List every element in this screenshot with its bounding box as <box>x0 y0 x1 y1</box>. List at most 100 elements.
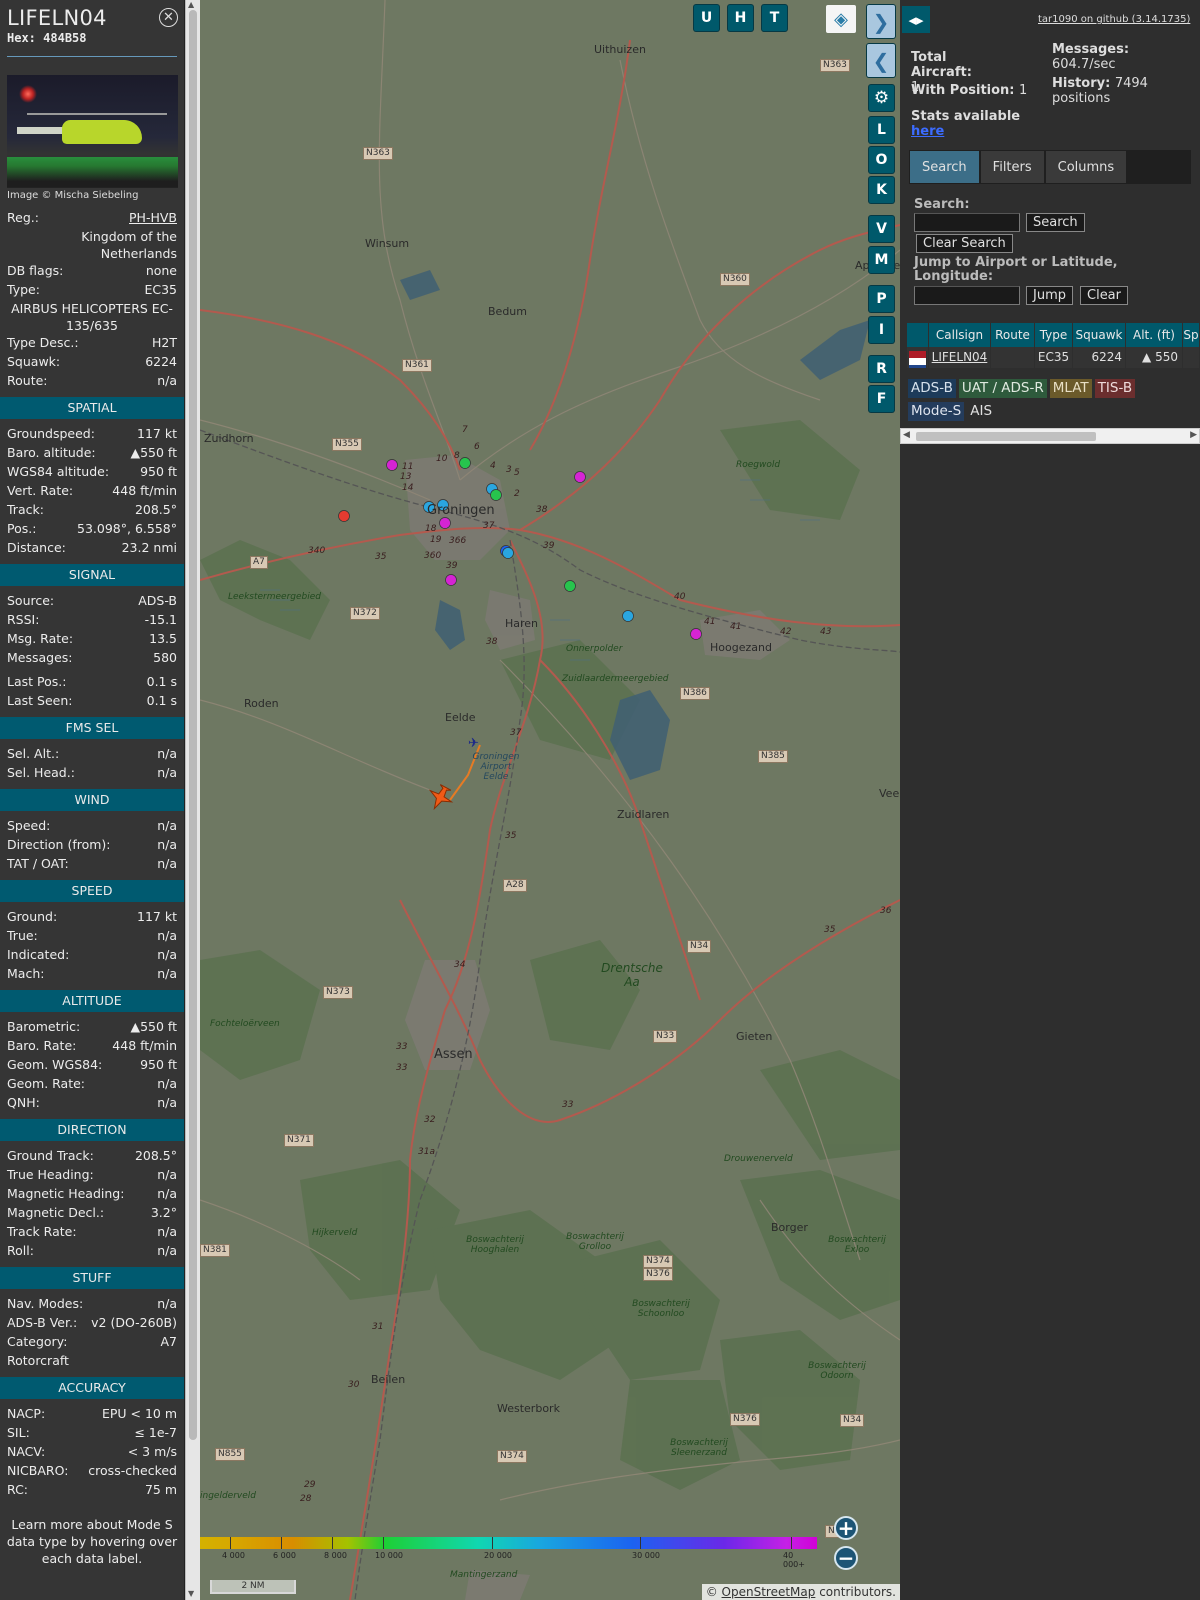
column-header-sp[interactable]: Sp <box>1183 323 1200 347</box>
info-label[interactable]: Last Seen: <box>7 692 72 709</box>
map-button-t[interactable]: T <box>762 5 787 31</box>
close-icon[interactable]: ✕ <box>159 8 178 27</box>
info-label[interactable]: Category: <box>7 1333 67 1350</box>
expand-collapse-icon[interactable]: ◂▸ <box>902 6 930 33</box>
map-button-i[interactable]: I <box>869 317 894 343</box>
info-label[interactable]: Groundspeed: <box>7 425 95 442</box>
info-label[interactable]: ADS-B Ver.: <box>7 1314 77 1331</box>
info-label[interactable]: Magnetic Heading: <box>7 1185 124 1202</box>
scroll-up-icon[interactable]: ▲ <box>188 0 194 9</box>
info-label[interactable]: Baro. Rate: <box>7 1037 76 1054</box>
github-link[interactable]: tar1090 on github (3.14.1735) <box>1038 14 1190 25</box>
info-label[interactable]: Mach: <box>7 965 44 982</box>
search-button[interactable]: Search <box>1026 213 1085 232</box>
info-label[interactable]: RC: <box>7 1481 28 1498</box>
info-label[interactable]: Indicated: <box>7 946 69 963</box>
info-label[interactable]: Speed: <box>7 817 50 834</box>
section-stuff[interactable]: STUFF <box>0 1267 184 1289</box>
info-label[interactable]: Direction (from): <box>7 836 111 853</box>
info-label[interactable]: RSSI: <box>7 611 39 628</box>
hscroll-thumb[interactable] <box>916 432 1096 441</box>
table-horizontal-scrollbar[interactable]: ◀ ▶ <box>900 428 1200 444</box>
info-label[interactable]: NICBARO: <box>7 1462 68 1479</box>
row-callsign[interactable]: LIFELN04 <box>932 350 988 364</box>
section-speed[interactable]: SPEED <box>0 880 184 902</box>
info-label[interactable]: Source: <box>7 592 54 609</box>
section-direction[interactable]: DIRECTION <box>0 1119 184 1141</box>
map-button-f[interactable]: F <box>869 386 894 412</box>
info-label[interactable]: Distance: <box>7 539 66 556</box>
registration-link[interactable]: PH-HVB <box>129 209 177 226</box>
info-label[interactable]: Track Rate: <box>7 1223 77 1240</box>
section-wind[interactable]: WIND <box>0 789 184 811</box>
search-input[interactable] <box>914 213 1020 232</box>
clear-search-button[interactable]: Clear Search <box>916 234 1013 253</box>
info-label[interactable]: NACP: <box>7 1405 45 1422</box>
info-label[interactable]: WGS84 altitude: <box>7 463 109 480</box>
map-button-m[interactable]: M <box>869 247 894 273</box>
map-button-p[interactable]: P <box>869 286 894 312</box>
info-panel-scrollbar[interactable]: ▲ ▼ <box>185 0 200 1600</box>
map[interactable]: ✈ Uithuizen Winsum Bedum Zuidhorn Gronin… <box>200 0 900 1600</box>
tab-filters[interactable]: Filters <box>980 151 1044 183</box>
column-header-callsign[interactable]: Callsign <box>929 323 991 347</box>
info-label[interactable]: Pos.: <box>7 520 36 537</box>
table-row[interactable]: LIFELN04 EC35 6224 ▲ 550 <box>907 347 1200 368</box>
zoom-out-button[interactable]: − <box>834 1546 858 1570</box>
section-spatial[interactable]: SPATIAL <box>0 397 184 419</box>
info-label[interactable]: Geom. WGS84: <box>7 1056 102 1073</box>
info-label[interactable]: True: <box>7 927 38 944</box>
zoom-in-button[interactable]: + <box>834 1516 858 1540</box>
info-label[interactable]: Rotorcraft <box>7 1352 69 1369</box>
map-button-h[interactable]: H <box>728 5 753 31</box>
info-label[interactable]: NACV: <box>7 1443 45 1460</box>
info-label[interactable]: Messages: <box>7 649 73 666</box>
column-header-flag[interactable] <box>907 323 929 347</box>
info-label[interactable]: Baro. altitude: <box>7 444 96 461</box>
column-header-route[interactable]: Route <box>991 323 1035 347</box>
info-label[interactable]: Geom. Rate: <box>7 1075 85 1092</box>
info-label[interactable]: Sel. Alt.: <box>7 745 59 762</box>
info-label[interactable]: QNH: <box>7 1094 40 1111</box>
info-label[interactable]: True Heading: <box>7 1166 94 1183</box>
map-button-v[interactable]: V <box>869 216 894 242</box>
info-label[interactable]: Magnetic Decl.: <box>7 1204 104 1221</box>
gear-icon[interactable]: ⚙ <box>869 85 894 111</box>
info-label[interactable]: TAT / OAT: <box>7 855 69 872</box>
aircraft-photo[interactable] <box>7 75 178 188</box>
tab-columns[interactable]: Columns <box>1045 151 1127 183</box>
callsign-cell[interactable]: LIFELN04 <box>929 347 991 368</box>
map-button-o[interactable]: O <box>869 147 894 173</box>
map-button-u[interactable]: U <box>694 5 719 31</box>
section-altitude[interactable]: ALTITUDE <box>0 990 184 1012</box>
jump-button[interactable]: Jump <box>1026 286 1073 305</box>
info-label[interactable]: Roll: <box>7 1242 34 1259</box>
scroll-down-icon[interactable]: ▼ <box>188 1589 194 1598</box>
info-label[interactable]: Msg. Rate: <box>7 630 73 647</box>
column-header-alt-ft[interactable]: Alt. (ft) <box>1126 323 1183 347</box>
info-label[interactable]: SIL: <box>7 1424 30 1441</box>
info-label[interactable]: Ground: <box>7 908 57 925</box>
stats-here-link[interactable]: here <box>911 124 944 139</box>
layers-icon[interactable]: ◈ <box>826 5 856 33</box>
scroll-left-icon[interactable]: ◀ <box>903 430 910 440</box>
jump-input[interactable] <box>914 286 1020 305</box>
scroll-right-icon[interactable]: ▶ <box>1190 430 1197 440</box>
tab-search[interactable]: Search <box>910 151 979 183</box>
clear-jump-button[interactable]: Clear <box>1080 286 1128 305</box>
info-label[interactable]: Barometric: <box>7 1018 80 1035</box>
scrollbar-thumb[interactable] <box>189 10 197 1440</box>
section-fms-sel[interactable]: FMS SEL <box>0 717 184 739</box>
column-header-squawk[interactable]: Squawk <box>1073 323 1126 347</box>
info-label[interactable]: Nav. Modes: <box>7 1295 83 1312</box>
info-label[interactable]: Vert. Rate: <box>7 482 73 499</box>
hide-sidebar-button[interactable]: ❮ <box>867 44 895 77</box>
map-button-l[interactable]: L <box>869 117 894 143</box>
info-label[interactable]: Track: <box>7 501 44 518</box>
info-label[interactable]: Last Pos.: <box>7 673 66 690</box>
section-accuracy[interactable]: ACCURACY <box>0 1377 184 1399</box>
map-button-r[interactable]: R <box>869 356 894 382</box>
map-button-k[interactable]: K <box>869 177 894 203</box>
osm-link[interactable]: OpenStreetMap <box>722 1585 816 1599</box>
column-header-type[interactable]: Type <box>1035 323 1073 347</box>
